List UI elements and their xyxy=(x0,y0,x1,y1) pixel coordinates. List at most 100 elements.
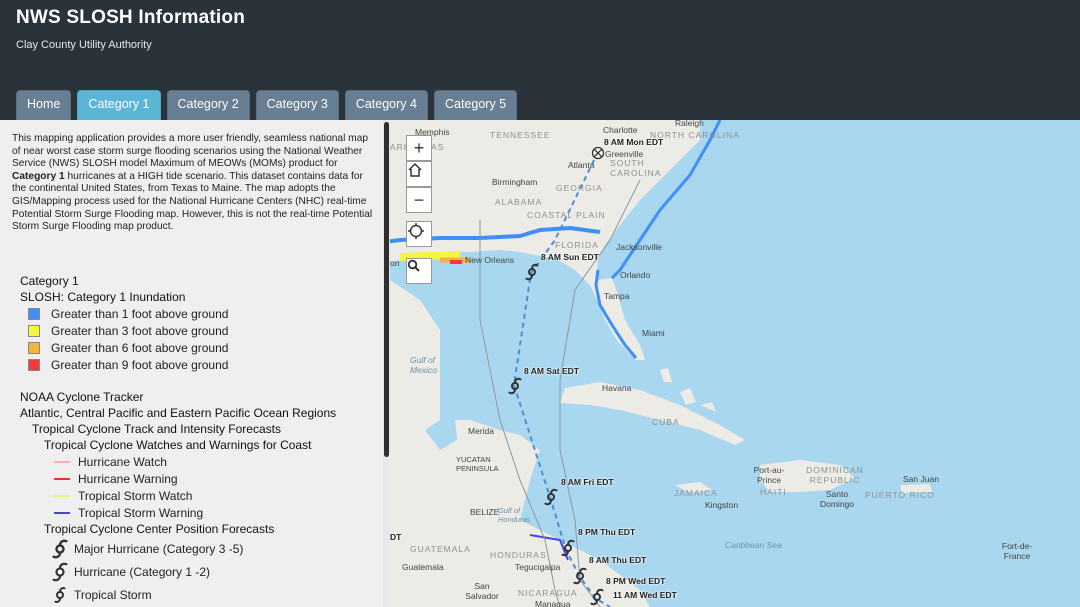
legend-item: Greater than 9 foot above ground xyxy=(20,356,380,373)
legend-label: Tropical Storm xyxy=(74,587,152,602)
legend-layer-title: NOAA Cyclone Tracker xyxy=(20,390,144,404)
storm-marker-icon[interactable] xyxy=(523,263,541,281)
storm-marker-icon[interactable] xyxy=(506,377,524,395)
forecast-time-label: 8 AM Sat EDT xyxy=(524,366,579,376)
map-label: Miami xyxy=(642,328,665,338)
tab-category-3[interactable]: Category 3 xyxy=(255,90,339,120)
legend-swatch xyxy=(28,341,40,354)
storm-marker-icon[interactable] xyxy=(571,567,589,585)
map-label: PUERTO RICO xyxy=(865,490,935,500)
legend-layer-subtitle: Atlantic, Central Pacific and Eastern Pa… xyxy=(20,406,337,420)
dissipated-marker-icon[interactable] xyxy=(591,146,605,160)
legend-label: Greater than 1 foot above ground xyxy=(51,306,229,321)
forecast-time-label: 11 AM Wed EDT xyxy=(613,590,677,600)
forecast-time-label: 8 PM Wed EDT xyxy=(606,576,666,586)
tab-category-4[interactable]: Category 4 xyxy=(344,90,428,120)
map-label: San Juan xyxy=(903,474,939,484)
scrollbar-thumb[interactable] xyxy=(384,122,389,457)
map-label: Raleigh xyxy=(675,120,704,128)
map-label: Santo Domingo xyxy=(819,489,855,509)
legend-layer-subtitle: Tropical Cyclone Watches and Warnings fo… xyxy=(44,438,312,452)
legend-line xyxy=(54,460,70,463)
map-label: Orlando xyxy=(620,270,651,280)
map-label: HONDURAS xyxy=(490,550,547,560)
storm-marker-icon[interactable] xyxy=(559,539,577,557)
locate-button[interactable] xyxy=(406,221,432,247)
search-button[interactable] xyxy=(406,258,432,284)
legend-label: Hurricane Watch xyxy=(78,454,167,469)
map-label: Caribbean Sea xyxy=(725,540,782,550)
intro-text-part: This mapping application provides a more… xyxy=(12,133,368,170)
legend-line xyxy=(54,477,70,480)
legend-label: Greater than 3 foot above ground xyxy=(51,323,229,338)
legend-layer-subtitle: Tropical Cyclone Center Position Forecas… xyxy=(44,522,275,536)
legend-label: Tropical Storm Warning xyxy=(78,505,204,520)
map-label: GUATEMALA xyxy=(410,544,471,554)
legend-item: Hurricane Watch xyxy=(20,453,380,470)
map-label: JAMAICA xyxy=(674,488,718,498)
legend-layer-subtitle: SLOSH: Category 1 Inundation xyxy=(20,290,186,304)
home-button[interactable] xyxy=(406,161,432,187)
legend-layer-subtitle: Tropical Cyclone Track and Intensity For… xyxy=(32,422,281,436)
map-label: FLORIDA xyxy=(555,240,599,250)
map-label: Atlanta xyxy=(568,160,595,170)
intro-text: This mapping application provides a more… xyxy=(12,133,374,234)
legend-item: Hurricane (Category 1 -2) xyxy=(20,560,380,583)
legend-line xyxy=(54,511,70,514)
tab-category-1[interactable]: Category 1 xyxy=(77,90,161,120)
map-label: Managua xyxy=(535,599,571,607)
map-label: Gulf of Honduras xyxy=(498,506,531,524)
map-label: Guatemala xyxy=(402,562,444,572)
tropical-storm-icon xyxy=(54,586,66,603)
map-label: San Salvador xyxy=(465,581,499,601)
legend-item: Greater than 1 foot above ground xyxy=(20,305,380,322)
plus-icon: + xyxy=(413,138,425,158)
map-label: BELIZE xyxy=(470,507,500,517)
legend: Category 1 SLOSH: Category 1 Inundation … xyxy=(20,273,380,606)
forecast-time-label: 8 AM Sun EDT xyxy=(541,252,599,262)
map-label: GEORGIA xyxy=(556,183,603,193)
legend-label: Major Hurricane (Category 3 -5) xyxy=(74,541,244,556)
legend-swatch xyxy=(28,307,40,320)
major-hurricane-icon xyxy=(51,539,69,558)
legend-label: Tropical Storm Watch xyxy=(78,488,193,503)
legend-item: Tropical Storm xyxy=(20,583,380,606)
forecast-time-label: 8 AM Thu EDT xyxy=(589,555,647,565)
tab-home[interactable]: Home xyxy=(16,90,72,120)
zoom-out-button[interactable]: − xyxy=(406,187,432,213)
legend-item: Major Hurricane (Category 3 -5) xyxy=(20,537,380,560)
intro-text-part: hurricanes at a HIGH tide scenario. This… xyxy=(12,170,373,233)
storm-marker-icon[interactable] xyxy=(588,588,606,606)
app-title: NWS SLOSH Information xyxy=(16,7,246,28)
legend-item: Tropical Storm Warning xyxy=(20,504,380,521)
map-label: Jacksonville xyxy=(616,242,662,252)
app-header: NWS SLOSH Information Clay County Utilit… xyxy=(0,0,1080,120)
map-label: HAITI xyxy=(760,487,787,497)
legend-label: Hurricane (Category 1 -2) xyxy=(74,564,211,579)
legend-item: Tropical Storm Watch xyxy=(20,487,380,504)
map-label: SOUTH CAROLINA xyxy=(610,158,662,178)
legend-swatch xyxy=(28,358,40,371)
map-label: CUBA xyxy=(652,417,680,427)
tab-category-5[interactable]: Category 5 xyxy=(433,90,518,120)
home-icon xyxy=(408,162,422,177)
legend-label: Hurricane Warning xyxy=(78,471,178,486)
search-icon xyxy=(407,259,420,272)
zoom-in-button[interactable]: + xyxy=(406,135,432,161)
legend-item: Hurricane Warning xyxy=(20,470,380,487)
storm-marker-icon[interactable] xyxy=(542,488,560,506)
forecast-time-label: 8 AM Mon EDT xyxy=(604,137,664,147)
map-label: Merida xyxy=(468,426,494,436)
locate-icon xyxy=(408,223,424,239)
legend-swatch xyxy=(28,324,40,337)
intro-category: Category 1 xyxy=(12,170,65,182)
panel-scrollbar[interactable] xyxy=(383,120,390,607)
forecast-time-label: 8 AM Fri EDT xyxy=(561,477,614,487)
legend-label: Greater than 9 foot above ground xyxy=(51,357,229,372)
map-label: Kingston xyxy=(705,500,739,510)
map-label: ALABAMA xyxy=(495,197,543,207)
forecast-time-label: DT xyxy=(390,532,402,542)
tab-category-2[interactable]: Category 2 xyxy=(166,90,250,120)
minus-icon: − xyxy=(413,190,425,210)
forecast-time-label: 8 PM Thu EDT xyxy=(578,527,636,537)
